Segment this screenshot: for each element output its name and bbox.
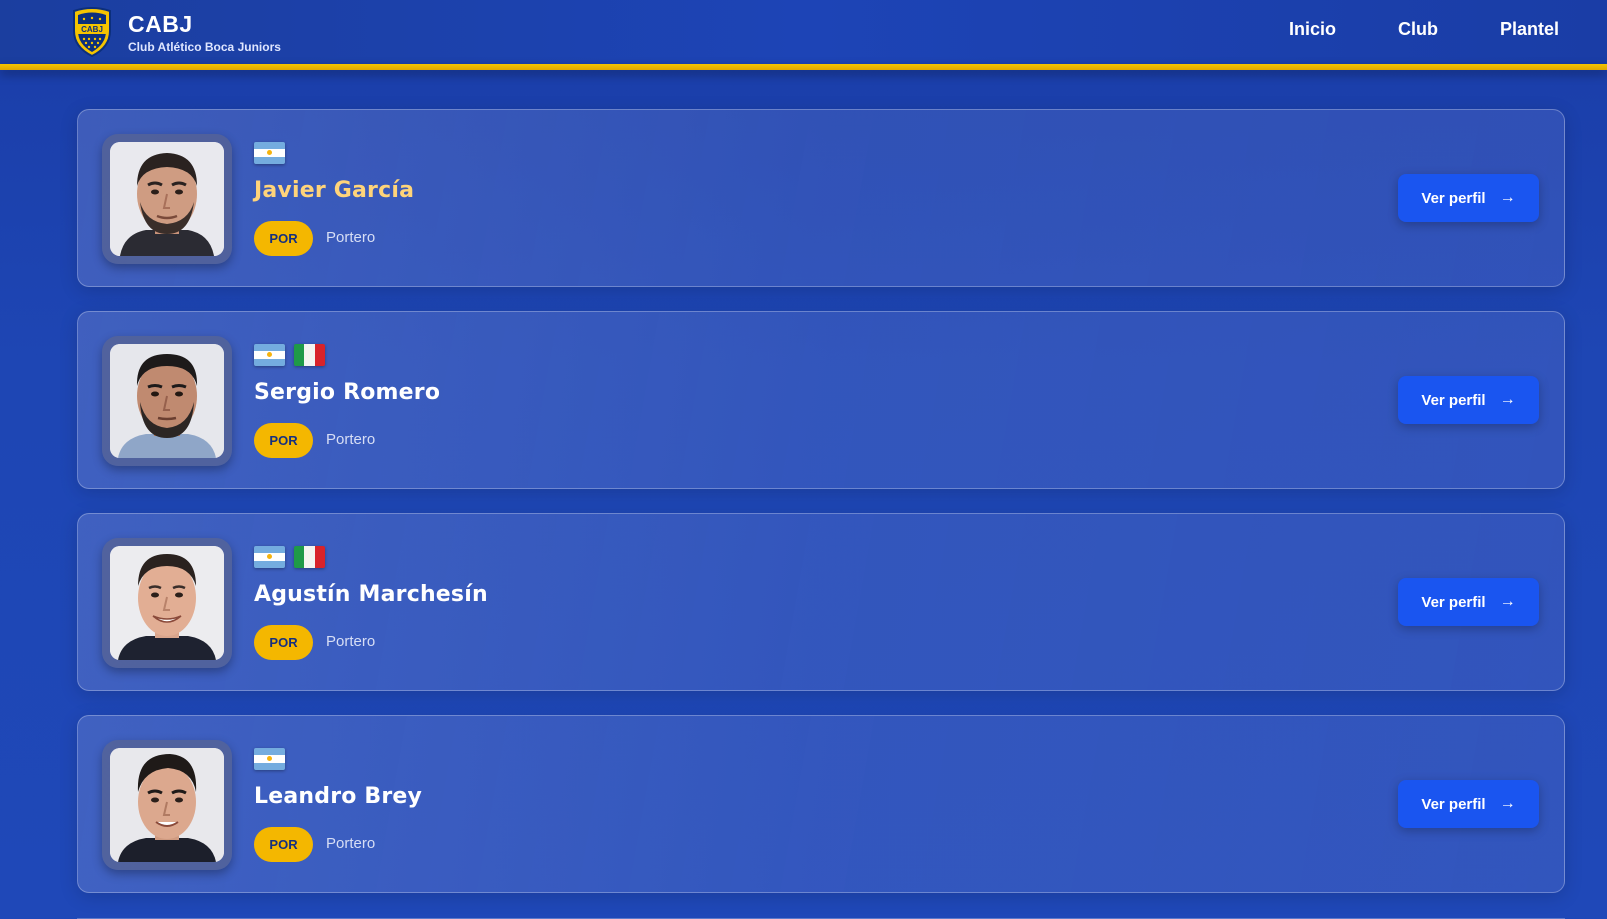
argentina-flag-icon (254, 546, 285, 568)
brand[interactable]: CABJ CABJ Club Atlético Boca Juniors (71, 7, 281, 57)
arrow-right-icon: → (1499, 795, 1516, 812)
view-profile-label: Ver perfil (1421, 391, 1486, 409)
player-name[interactable]: Agustín Marchesín (254, 582, 488, 607)
player-card: Sergio Romero POR Portero Ver perfil → (77, 311, 1565, 489)
player-photo-frame (102, 134, 232, 264)
view-profile-button[interactable]: Ver perfil → (1398, 780, 1539, 828)
brand-title: CABJ (128, 10, 193, 37)
player-card: Leandro Brey POR Portero Ver perfil → (77, 715, 1565, 893)
view-profile-label: Ver perfil (1421, 189, 1486, 207)
position-badge: POR (254, 827, 313, 862)
nationality-flags (254, 142, 285, 164)
nav-link-plantel[interactable]: Plantel (1500, 19, 1559, 40)
nationality-flags (254, 546, 325, 568)
player-card: Agustín Marchesín POR Portero Ver perfil… (77, 513, 1565, 691)
player-name[interactable]: Leandro Brey (254, 784, 422, 809)
italy-flag-icon (294, 546, 325, 568)
view-profile-button[interactable]: Ver perfil → (1398, 174, 1539, 222)
position-label: Portero (326, 229, 376, 246)
club-crest-icon: CABJ (73, 7, 111, 57)
player-photo-frame (102, 538, 232, 668)
player-face-image (110, 546, 224, 660)
position-badge: POR (254, 221, 313, 256)
nav-link-inicio[interactable]: Inicio (1289, 19, 1336, 40)
svg-text:CABJ: CABJ (81, 25, 103, 34)
player-face-image (110, 344, 224, 458)
player-photo-frame (102, 336, 232, 466)
player-card: Javier García POR Portero Ver perfil → (77, 109, 1565, 287)
argentina-flag-icon (254, 142, 285, 164)
nationality-flags (254, 748, 285, 770)
argentina-flag-icon (254, 748, 285, 770)
player-face-image (110, 142, 224, 256)
arrow-right-icon: → (1499, 391, 1516, 408)
arrow-right-icon: → (1499, 593, 1516, 610)
nationality-flags (254, 344, 325, 366)
header-gold-stripe (0, 64, 1607, 70)
view-profile-label: Ver perfil (1421, 795, 1486, 813)
player-name[interactable]: Sergio Romero (254, 380, 440, 405)
position-badge: POR (254, 423, 313, 458)
position-label: Portero (326, 633, 376, 650)
main-nav: Inicio Club Plantel (1227, 19, 1559, 40)
player-photo[interactable] (110, 546, 224, 660)
player-list: Javier García POR Portero Ver perfil → S… (77, 109, 1565, 917)
player-name[interactable]: Javier García (254, 178, 414, 203)
position-badge: POR (254, 625, 313, 660)
position-label: Portero (326, 835, 376, 852)
site-header: CABJ CABJ Club Atlético Boca Juniors Ini… (0, 0, 1607, 64)
nav-link-club[interactable]: Club (1398, 19, 1438, 40)
arrow-right-icon: → (1499, 189, 1516, 206)
brand-subtitle: Club Atlético Boca Juniors (128, 39, 281, 54)
player-photo-frame (102, 740, 232, 870)
view-profile-button[interactable]: Ver perfil → (1398, 578, 1539, 626)
player-face-image (110, 748, 224, 862)
player-photo[interactable] (110, 748, 224, 862)
position-label: Portero (326, 431, 376, 448)
italy-flag-icon (294, 344, 325, 366)
player-photo[interactable] (110, 344, 224, 458)
view-profile-label: Ver perfil (1421, 593, 1486, 611)
argentina-flag-icon (254, 344, 285, 366)
view-profile-button[interactable]: Ver perfil → (1398, 376, 1539, 424)
player-photo[interactable] (110, 142, 224, 256)
